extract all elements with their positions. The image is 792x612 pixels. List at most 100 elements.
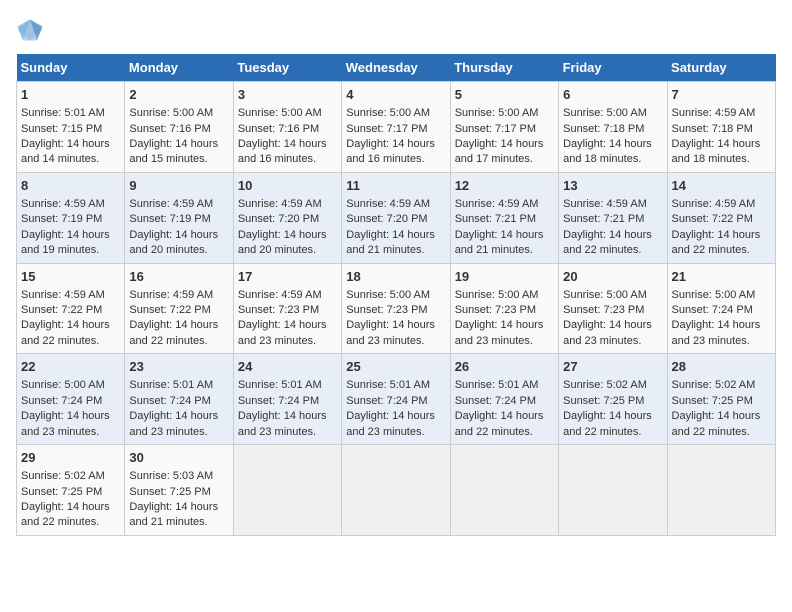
- day-number: 13: [563, 177, 662, 195]
- day-number: 16: [129, 268, 228, 286]
- sunrise-info: Sunrise: 5:00 AM: [129, 106, 228, 121]
- sunrise-info: Sunrise: 4:59 AM: [455, 197, 554, 212]
- calendar-table: SundayMondayTuesdayWednesdayThursdayFrid…: [16, 54, 776, 536]
- daylight-info: Daylight: 14 hours and 23 minutes.: [238, 409, 337, 440]
- sunrise-info: Sunrise: 5:01 AM: [455, 378, 554, 393]
- calendar-cell: [559, 445, 667, 536]
- day-number: 21: [672, 268, 771, 286]
- sunset-info: Sunset: 7:25 PM: [563, 394, 662, 409]
- daylight-info: Daylight: 14 hours and 22 minutes.: [563, 228, 662, 259]
- calendar-cell: 23Sunrise: 5:01 AMSunset: 7:24 PMDayligh…: [125, 354, 233, 445]
- daylight-info: Daylight: 14 hours and 23 minutes.: [563, 318, 662, 349]
- sunset-info: Sunset: 7:15 PM: [21, 122, 120, 137]
- sunset-info: Sunset: 7:19 PM: [21, 212, 120, 227]
- sunrise-info: Sunrise: 4:59 AM: [21, 288, 120, 303]
- sunset-info: Sunset: 7:24 PM: [346, 394, 445, 409]
- sunset-info: Sunset: 7:17 PM: [346, 122, 445, 137]
- calendar-cell: 28Sunrise: 5:02 AMSunset: 7:25 PMDayligh…: [667, 354, 775, 445]
- sunrise-info: Sunrise: 5:00 AM: [238, 106, 337, 121]
- day-number: 10: [238, 177, 337, 195]
- day-number: 20: [563, 268, 662, 286]
- sunrise-info: Sunrise: 5:00 AM: [455, 288, 554, 303]
- day-number: 19: [455, 268, 554, 286]
- day-number: 27: [563, 358, 662, 376]
- day-number: 22: [21, 358, 120, 376]
- day-number: 8: [21, 177, 120, 195]
- day-number: 9: [129, 177, 228, 195]
- sunrise-info: Sunrise: 5:00 AM: [21, 378, 120, 393]
- daylight-info: Daylight: 14 hours and 20 minutes.: [238, 228, 337, 259]
- daylight-info: Daylight: 14 hours and 22 minutes.: [672, 409, 771, 440]
- calendar-week-row: 29Sunrise: 5:02 AMSunset: 7:25 PMDayligh…: [17, 445, 776, 536]
- daylight-info: Daylight: 14 hours and 19 minutes.: [21, 228, 120, 259]
- calendar-header-row: SundayMondayTuesdayWednesdayThursdayFrid…: [17, 54, 776, 82]
- daylight-info: Daylight: 14 hours and 23 minutes.: [455, 318, 554, 349]
- calendar-cell: 25 Sunrise: 5:01 AMSunset: 7:24 PMDayligh…: [342, 354, 450, 445]
- calendar-cell: 7Sunrise: 4:59 AMSunset: 7:18 PMDaylight…: [667, 82, 775, 173]
- day-number: 28: [672, 358, 771, 376]
- day-number: 15: [21, 268, 120, 286]
- sunrise-info: Sunrise: 5:00 AM: [455, 106, 554, 121]
- day-number: 12: [455, 177, 554, 195]
- day-number: 11: [346, 177, 445, 195]
- daylight-info: Daylight: 14 hours and 22 minutes.: [129, 318, 228, 349]
- header-thursday: Thursday: [450, 54, 558, 82]
- calendar-cell: 22Sunrise: 5:00 AMSunset: 7:24 PMDayligh…: [17, 354, 125, 445]
- day-number: 25: [346, 358, 445, 376]
- sunrise-info: Sunrise: 5:01 AM: [129, 378, 228, 393]
- day-number: 14: [672, 177, 771, 195]
- calendar-cell: 14Sunrise: 4:59 AMSunset: 7:22 PMDayligh…: [667, 172, 775, 263]
- sunset-info: Sunset: 7:24 PM: [21, 394, 120, 409]
- daylight-info: Daylight: 14 hours and 21 minutes.: [455, 228, 554, 259]
- sunset-info: Sunset: 7:24 PM: [455, 394, 554, 409]
- daylight-info: Daylight: 14 hours and 18 minutes.: [563, 137, 662, 168]
- sunset-info: Sunset: 7:24 PM: [129, 394, 228, 409]
- sunrise-info: Sunrise: 4:59 AM: [563, 197, 662, 212]
- header-wednesday: Wednesday: [342, 54, 450, 82]
- calendar-cell: 9Sunrise: 4:59 AMSunset: 7:19 PMDaylight…: [125, 172, 233, 263]
- calendar-cell: 10 Sunrise: 4:59 AMSunset: 7:20 PMDayligh…: [233, 172, 341, 263]
- calendar-cell: [233, 445, 341, 536]
- sunrise-info: Sunrise: 5:00 AM: [563, 288, 662, 303]
- sunset-info: Sunset: 7:23 PM: [238, 303, 337, 318]
- calendar-cell: 16Sunrise: 4:59 AMSunset: 7:22 PMDayligh…: [125, 263, 233, 354]
- day-number: 30: [129, 449, 228, 467]
- logo-icon: [16, 16, 44, 44]
- calendar-cell: 12Sunrise: 4:59 AMSunset: 7:21 PMDayligh…: [450, 172, 558, 263]
- daylight-info: Daylight: 14 hours and 14 minutes.: [21, 137, 120, 168]
- sunset-info: Sunset: 7:20 PM: [238, 212, 337, 227]
- calendar-cell: 4Sunrise: 5:00 AMSunset: 7:17 PMDaylight…: [342, 82, 450, 173]
- header-tuesday: Tuesday: [233, 54, 341, 82]
- calendar-cell: [667, 445, 775, 536]
- calendar-cell: [342, 445, 450, 536]
- sunset-info: Sunset: 7:24 PM: [672, 303, 771, 318]
- calendar-week-row: 15Sunrise: 4:59 AMSunset: 7:22 PMDayligh…: [17, 263, 776, 354]
- sunrise-info: Sunrise: 5:00 AM: [346, 106, 445, 121]
- daylight-info: Daylight: 14 hours and 22 minutes.: [21, 500, 120, 531]
- sunrise-info: Sunrise: 5:00 AM: [563, 106, 662, 121]
- daylight-info: Daylight: 14 hours and 16 minutes.: [238, 137, 337, 168]
- calendar-cell: 15Sunrise: 4:59 AMSunset: 7:22 PMDayligh…: [17, 263, 125, 354]
- daylight-info: Daylight: 14 hours and 22 minutes.: [21, 318, 120, 349]
- header-sunday: Sunday: [17, 54, 125, 82]
- sunset-info: Sunset: 7:18 PM: [563, 122, 662, 137]
- day-number: 17: [238, 268, 337, 286]
- calendar-cell: 13Sunrise: 4:59 AMSunset: 7:21 PMDayligh…: [559, 172, 667, 263]
- sunrise-info: Sunrise: 5:01 AM: [346, 378, 445, 393]
- calendar-cell: 29Sunrise: 5:02 AMSunset: 7:25 PMDayligh…: [17, 445, 125, 536]
- calendar-cell: 19Sunrise: 5:00 AMSunset: 7:23 PMDayligh…: [450, 263, 558, 354]
- daylight-info: Daylight: 14 hours and 23 minutes.: [346, 409, 445, 440]
- daylight-info: Daylight: 14 hours and 21 minutes.: [346, 228, 445, 259]
- daylight-info: Daylight: 14 hours and 22 minutes.: [672, 228, 771, 259]
- day-number: 29: [21, 449, 120, 467]
- sunrise-info: Sunrise: 4:59 AM: [238, 197, 337, 212]
- sunrise-info: Sunrise: 4:59 AM: [672, 106, 771, 121]
- header-friday: Friday: [559, 54, 667, 82]
- day-number: 24: [238, 358, 337, 376]
- sunrise-info: Sunrise: 5:02 AM: [21, 469, 120, 484]
- sunset-info: Sunset: 7:17 PM: [455, 122, 554, 137]
- day-number: 3: [238, 86, 337, 104]
- sunset-info: Sunset: 7:23 PM: [346, 303, 445, 318]
- day-number: 1: [21, 86, 120, 104]
- sunset-info: Sunset: 7:16 PM: [238, 122, 337, 137]
